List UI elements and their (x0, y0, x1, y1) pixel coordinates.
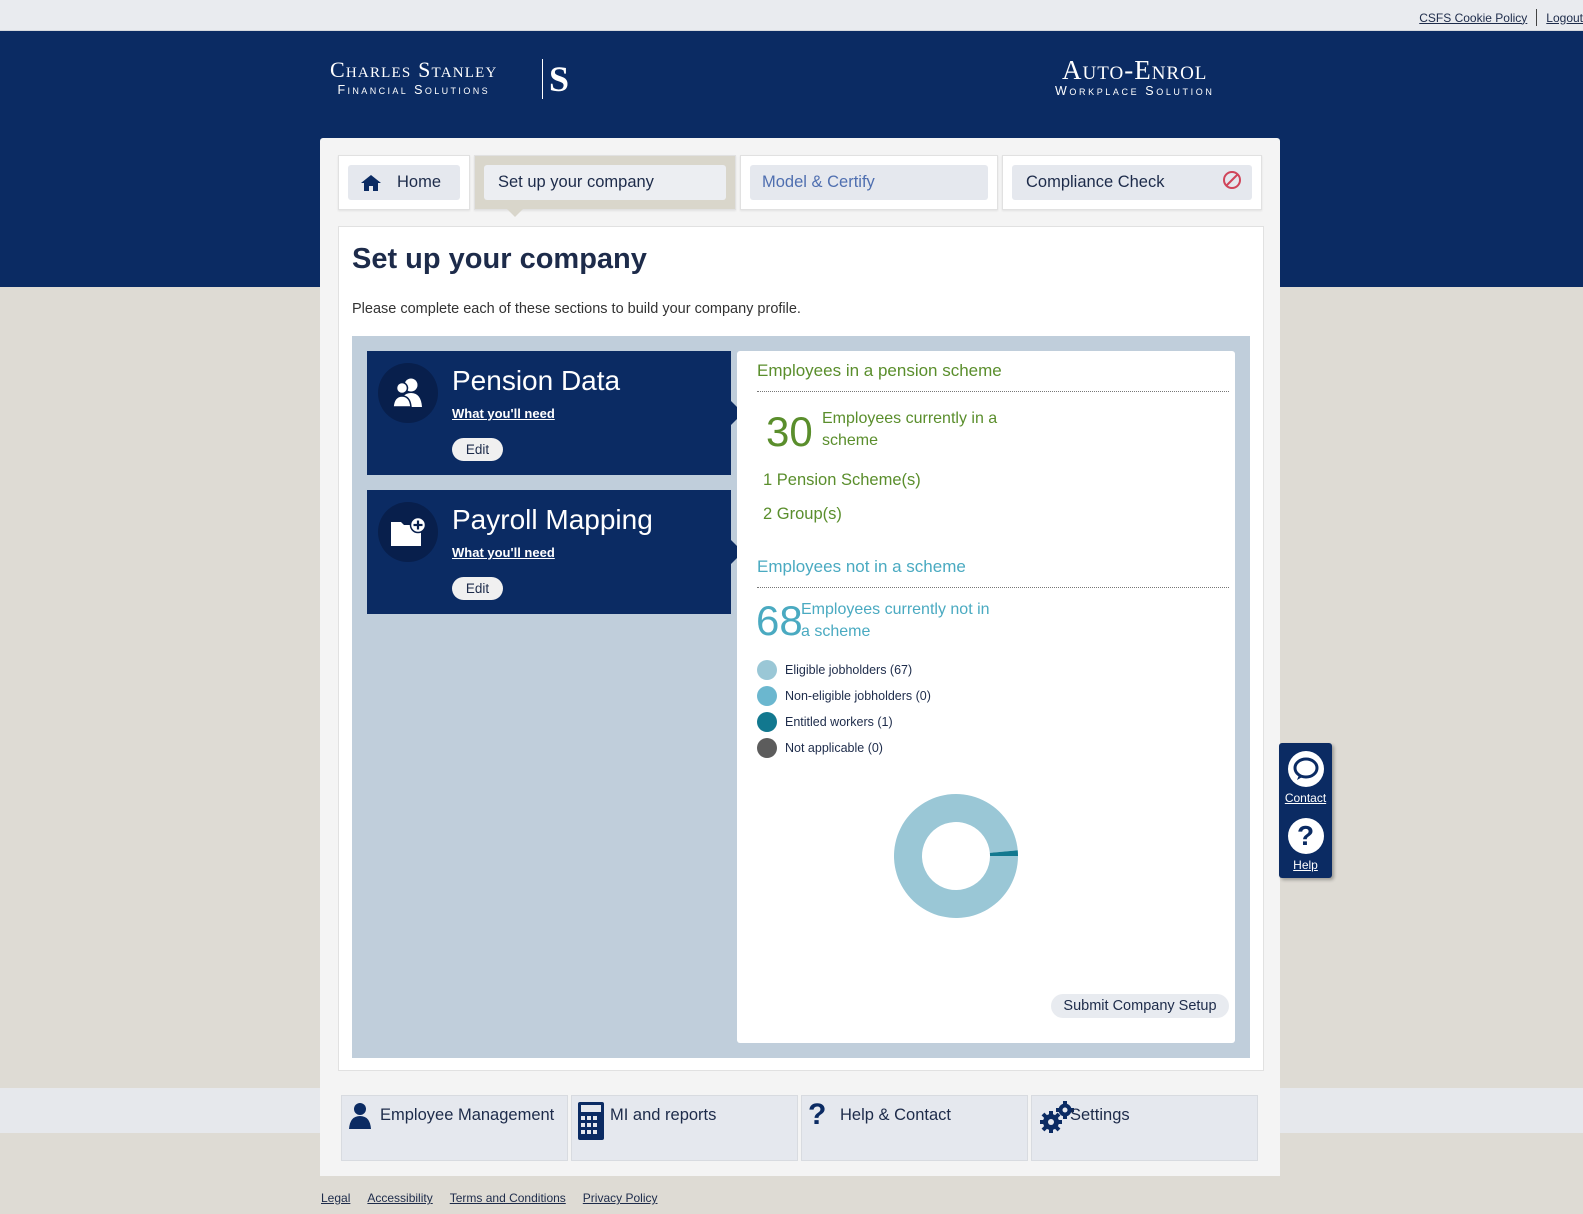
in-scheme-description: Employees currently in a scheme (822, 410, 998, 449)
folder-add-icon (378, 502, 438, 562)
legend-swatch (757, 738, 777, 758)
product-subtitle: Workplace Solution (1055, 84, 1215, 98)
tab-set-up-company[interactable]: Set up your company (474, 155, 736, 217)
tab-compliance-label: Compliance Check (1026, 173, 1165, 191)
legend-label: Eligible jobholders (67) (785, 663, 913, 677)
pension-data-card: Pension Data What you'll need Edit (367, 351, 743, 475)
tab-home[interactable]: Home (338, 155, 470, 210)
legend-item: Non-eligible jobholders (0) (757, 683, 931, 709)
tab-home-label: Home (397, 173, 442, 191)
question-icon: ? (808, 1098, 827, 1131)
top-links: CSFS Cookie Policy Logout (1419, 9, 1583, 26)
charles-stanley-logo: Charles Stanley Financial Solutions (330, 57, 498, 97)
not-in-scheme-heading: Employees not in a scheme (757, 557, 966, 576)
in-scheme-heading: Employees in a pension scheme (757, 361, 1002, 380)
top-bar: CSFS Cookie Policy Logout (0, 0, 1583, 31)
page-intro: Please complete each of these sections t… (352, 301, 801, 317)
payroll-mapping-edit-button[interactable]: Edit (452, 577, 503, 600)
no-entry-icon (1222, 170, 1242, 195)
nav-employee-management[interactable]: Employee Management (341, 1095, 568, 1161)
logo-line2: Financial Solutions (337, 83, 491, 97)
footer-links: Legal Accessibility Terms and Conditions… (321, 1191, 657, 1205)
cookie-policy-link[interactable]: CSFS Cookie Policy (1419, 11, 1527, 25)
nav-help-contact[interactable]: ? Help & Contact (801, 1095, 1028, 1161)
legend-swatch (757, 712, 777, 732)
nav-label: Help & Contact (840, 1106, 951, 1124)
nav-label: Settings (1070, 1106, 1130, 1124)
nav-mi-reports[interactable]: MI and reports (571, 1095, 798, 1161)
payroll-mapping-card: Payroll Mapping What you'll need Edit (367, 490, 743, 614)
logout-link[interactable]: Logout (1546, 11, 1583, 25)
logo-mark: S (542, 59, 569, 99)
legend-label: Entitled workers (1) (785, 715, 893, 729)
auto-enrol-logo: Auto-Enrol Workplace Solution (1055, 55, 1214, 98)
payroll-mapping-title: Payroll Mapping (452, 504, 653, 535)
footer-accessibility-link[interactable]: Accessibility (367, 1191, 432, 1205)
home-icon (360, 174, 382, 192)
nav-settings[interactable]: Settings (1031, 1095, 1258, 1161)
pension-data-title: Pension Data (452, 365, 621, 396)
tab-model-label: Model & Certify (762, 173, 875, 191)
legend-label: Not applicable (0) (785, 741, 883, 755)
divider (1536, 9, 1538, 26)
footer-legal-link[interactable]: Legal (321, 1191, 350, 1205)
help-label: Help (1293, 858, 1318, 872)
groups-count: 2 Group(s) (763, 505, 842, 523)
in-scheme-count: 30 (766, 408, 813, 455)
pension-data-edit-button[interactable]: Edit (452, 438, 503, 461)
footer-privacy-link[interactable]: Privacy Policy (583, 1191, 658, 1205)
people-icon (378, 363, 438, 423)
side-help-widget: Contact ? Help (1279, 743, 1332, 878)
chart-legend: Eligible jobholders (67) Non-eligible jo… (757, 657, 931, 761)
calculator-icon (578, 1102, 604, 1145)
legend-swatch (757, 660, 777, 680)
legend-item: Not applicable (0) (757, 735, 931, 761)
donut-chart (894, 794, 1018, 918)
logo-line1: Charles Stanley (330, 57, 498, 82)
not-in-scheme-description: Employees currently not in a scheme (801, 601, 990, 640)
pension-data-what-you-need-link[interactable]: What you'll need (452, 406, 555, 421)
not-in-scheme-count: 68 (756, 597, 803, 644)
tab-compliance-check[interactable]: Compliance Check (1002, 155, 1262, 210)
contact-label: Contact (1284, 791, 1327, 805)
person-icon (348, 1102, 372, 1135)
legend-swatch (757, 686, 777, 706)
help-link[interactable]: ? Help (1279, 818, 1332, 872)
divider (757, 587, 1229, 588)
tab-setup-label: Set up your company (498, 173, 654, 191)
pension-schemes-count: 1 Pension Scheme(s) (763, 471, 921, 489)
contact-link[interactable]: Contact (1279, 751, 1332, 805)
nav-label: Employee Management (380, 1106, 555, 1124)
legend-item: Entitled workers (1) (757, 709, 931, 735)
footer-terms-link[interactable]: Terms and Conditions (450, 1191, 566, 1205)
question-icon: ? (1287, 818, 1324, 854)
divider (757, 391, 1229, 392)
nav-label: MI and reports (610, 1106, 717, 1124)
payroll-mapping-what-you-need-link[interactable]: What you'll need (452, 545, 555, 560)
page-title: Set up your company (352, 243, 647, 275)
legend-label: Non-eligible jobholders (0) (785, 689, 931, 703)
submit-company-setup-button[interactable]: Submit Company Setup (1051, 994, 1229, 1018)
legend-item: Eligible jobholders (67) (757, 657, 931, 683)
chat-icon (1287, 751, 1324, 787)
tab-model-certify[interactable]: Model & Certify (740, 155, 998, 210)
product-name: Auto-Enrol (1062, 55, 1208, 85)
